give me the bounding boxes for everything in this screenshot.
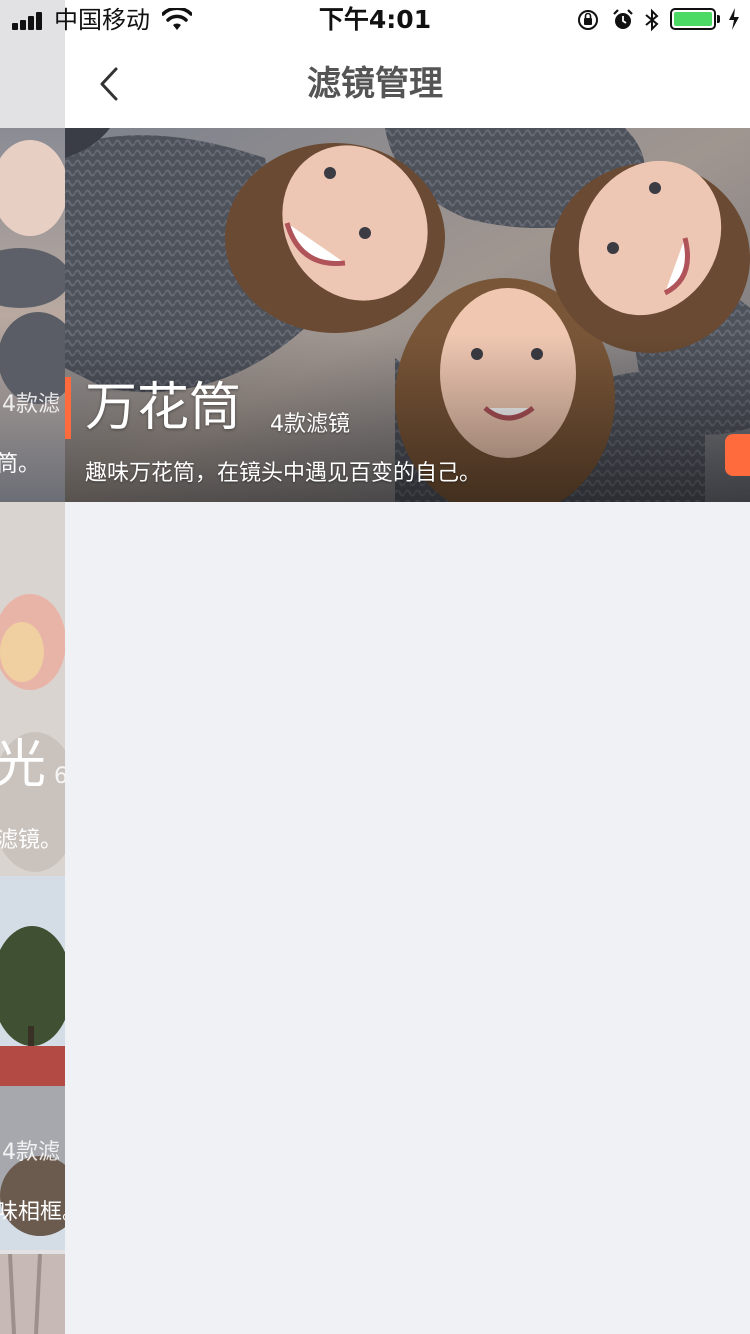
card-title: 万花筒: [85, 378, 242, 438]
card-image: [0, 502, 65, 876]
list-item[interactable]: 4款滤 味相框。: [0, 876, 65, 1250]
drawer-item-desc: 味相框。: [0, 1200, 65, 1225]
orientation-lock-icon: [578, 10, 598, 30]
charging-icon: [729, 8, 739, 30]
card-image: [65, 128, 750, 502]
list-item[interactable]: 4款滤 筒。: [0, 128, 65, 502]
accent-bar: [65, 377, 71, 439]
battery-tip: [717, 15, 720, 23]
battery-level: [674, 12, 712, 26]
alarm-icon: [613, 9, 633, 29]
drawer-item-desc: 筒。: [0, 452, 41, 477]
drawer-item-count: 6: [54, 764, 65, 789]
navigation-bar: 滤镜管理: [65, 40, 750, 128]
list-item[interactable]: 光 6 滤镜。: [0, 502, 65, 876]
card-image: [0, 1254, 65, 1334]
drawer-item-title: 光: [0, 735, 47, 795]
card-description: 趣味万花筒，在镜头中遇见百变的自己。: [85, 461, 482, 486]
side-list-peek: 4款滤 筒。 光 6 滤镜。 4款滤 味相框。: [0, 40, 65, 1334]
drawer-item-count: 4款滤: [2, 1140, 60, 1165]
content-area: [65, 502, 750, 1334]
list-item[interactable]: [0, 1254, 65, 1334]
status-bar: 中国移动 下午4:01: [0, 0, 750, 40]
action-tab[interactable]: [725, 434, 750, 476]
card-filter-count: 4款滤镜: [270, 412, 350, 437]
drawer-item-desc: 滤镜。: [0, 828, 63, 853]
battery-icon: [670, 8, 716, 30]
bluetooth-icon: [645, 8, 659, 32]
filter-category-card[interactable]: 万花筒 4款滤镜 趣味万花筒，在镜头中遇见百变的自己。: [65, 128, 750, 502]
page-title: 滤镜管理: [307, 64, 443, 104]
status-time: 下午4:01: [318, 5, 432, 34]
drawer-item-count: 4款滤: [2, 392, 60, 417]
